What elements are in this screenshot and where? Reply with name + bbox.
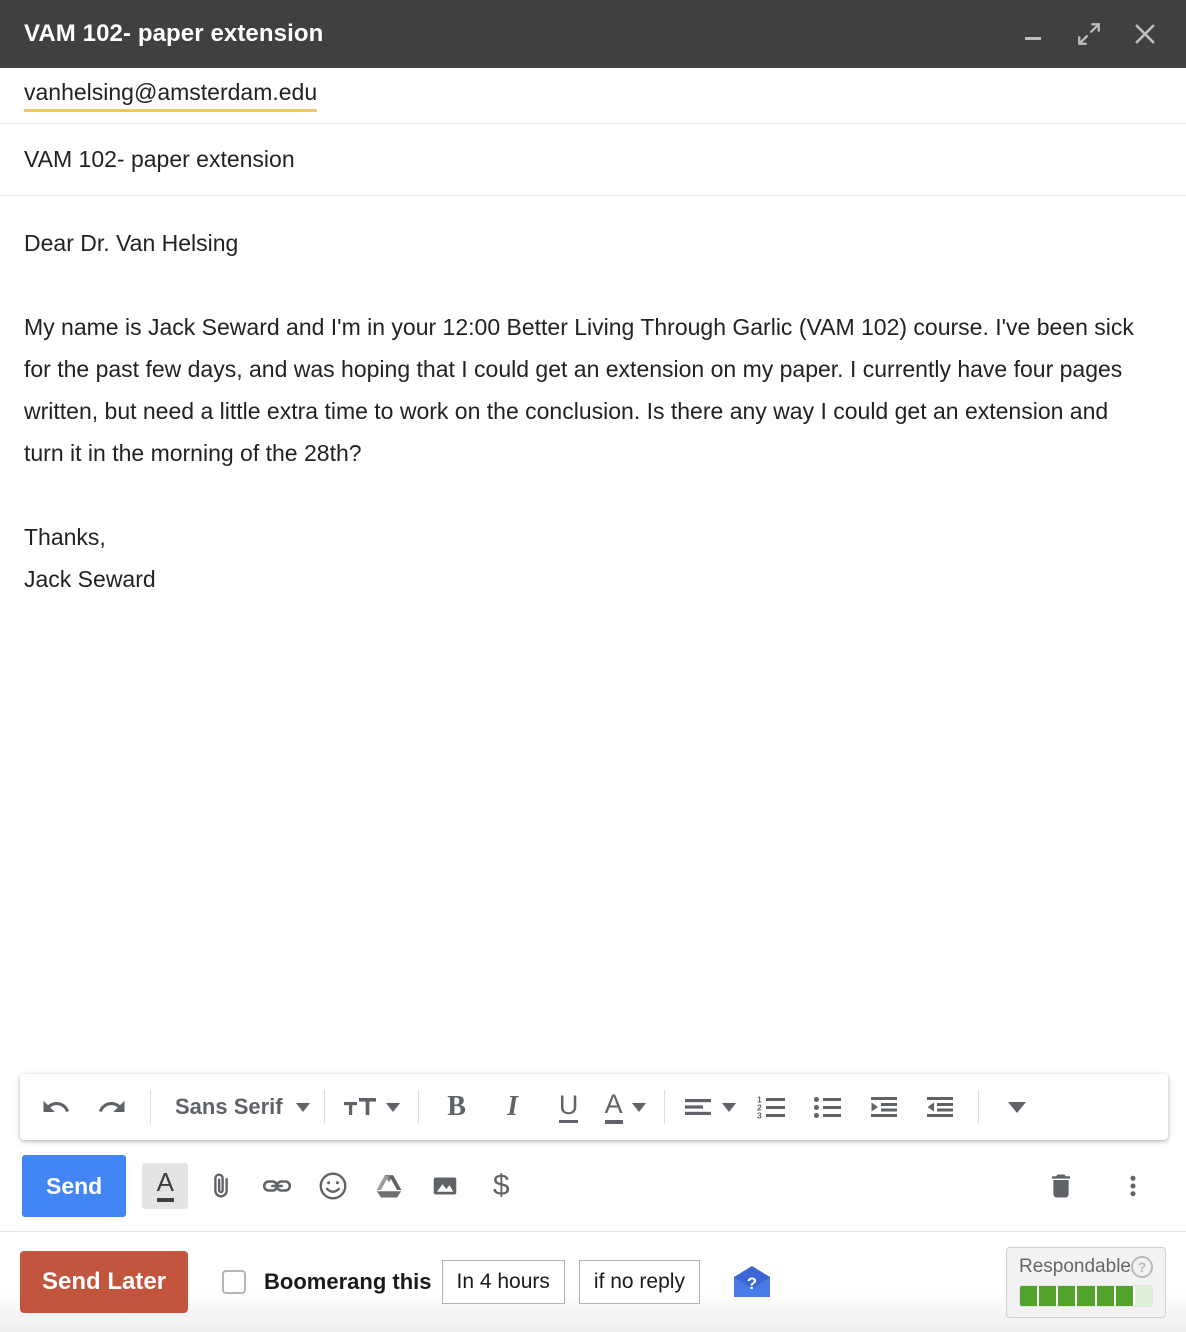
more-options-icon[interactable] <box>1110 1163 1156 1209</box>
message-body-text[interactable]: Dear Dr. Van Helsing My name is Jack Sew… <box>24 222 1154 600</box>
bulleted-list-icon[interactable] <box>800 1083 856 1131</box>
discard-draft-icon[interactable] <box>1038 1163 1084 1209</box>
compose-window: VAM 102- paper extension vanhelsing@amst… <box>0 0 1186 1332</box>
chevron-down-icon <box>721 1102 736 1112</box>
insert-money-icon[interactable]: $ <box>478 1163 524 1209</box>
subject-input[interactable]: VAM 102- paper extension <box>24 146 295 173</box>
align-icon[interactable] <box>675 1083 744 1131</box>
font-family-dropdown[interactable]: Sans Serif <box>161 1083 314 1131</box>
respondable-segment <box>1077 1285 1095 1306</box>
toolbar-separator <box>323 1090 325 1124</box>
boomerang-this-label: Boomerang this <box>264 1269 432 1294</box>
respondable-score-meter <box>1019 1284 1153 1307</box>
chevron-down-icon <box>631 1102 646 1112</box>
toolbar-separator <box>977 1090 979 1124</box>
italic-icon[interactable]: I <box>485 1083 541 1131</box>
boomerang-help-envelope-icon[interactable]: ? <box>730 1262 774 1302</box>
format-toolbar-wrap: Sans Serif B I U A 1 2 3 <box>0 1074 1186 1140</box>
svg-text:3: 3 <box>757 1111 762 1121</box>
to-field-row[interactable]: vanhelsing@amsterdam.edu <box>0 68 1186 124</box>
chevron-down-icon <box>295 1102 310 1112</box>
titlebar-actions <box>1018 19 1166 49</box>
chevron-down-icon <box>1007 1101 1026 1113</box>
toolbar-separator <box>417 1090 419 1124</box>
to-input[interactable]: vanhelsing@amsterdam.edu <box>24 79 318 113</box>
indent-less-icon[interactable] <box>856 1083 912 1131</box>
more-formatting-options-icon[interactable] <box>989 1083 1045 1131</box>
send-later-button[interactable]: Send Later <box>20 1251 189 1313</box>
message-body-area[interactable]: Dear Dr. Van Helsing My name is Jack Sew… <box>0 196 1186 1074</box>
svg-text:?: ? <box>747 1274 757 1293</box>
boomerang-bar: Send Later Boomerang this In 4 hours if … <box>0 1232 1186 1332</box>
text-color-icon[interactable]: A <box>597 1083 654 1131</box>
respondable-segment <box>1096 1285 1114 1306</box>
respondable-segment <box>1115 1285 1133 1306</box>
toolbar-separator <box>150 1090 151 1124</box>
respondable-segment <box>1134 1285 1152 1306</box>
respondable-segment <box>1020 1285 1038 1306</box>
help-icon[interactable]: ? <box>1131 1255 1153 1278</box>
respondable-segment <box>1058 1285 1076 1306</box>
send-row-icons: A $ <box>142 1162 524 1209</box>
boomerang-condition-select[interactable]: if no reply <box>578 1260 700 1304</box>
format-toolbar: Sans Serif B I U A 1 2 3 <box>20 1074 1168 1140</box>
compose-title: VAM 102- paper extension <box>24 20 324 47</box>
subject-field-row[interactable]: VAM 102- paper extension <box>0 124 1186 196</box>
insert-link-icon[interactable] <box>254 1163 300 1209</box>
font-size-dropdown[interactable] <box>335 1083 408 1131</box>
bold-icon[interactable]: B <box>429 1083 485 1131</box>
numbered-list-icon[interactable]: 1 2 3 <box>744 1083 800 1131</box>
redo-icon[interactable] <box>84 1083 140 1131</box>
toolbar-separator <box>663 1090 665 1124</box>
insert-emoji-icon[interactable] <box>310 1163 356 1209</box>
google-drive-icon[interactable] <box>366 1163 412 1209</box>
respondable-segment <box>1039 1285 1057 1306</box>
compose-titlebar: VAM 102- paper extension <box>0 0 1186 68</box>
minimize-icon[interactable] <box>1018 19 1048 49</box>
send-row-right <box>1038 1163 1162 1209</box>
boomerang-time-select[interactable]: In 4 hours <box>441 1260 565 1304</box>
respondable-label: Respondable <box>1019 1255 1131 1277</box>
insert-photo-icon[interactable] <box>422 1163 468 1209</box>
indent-more-icon[interactable] <box>912 1083 968 1131</box>
send-button[interactable]: Send <box>22 1154 127 1217</box>
expand-icon[interactable] <box>1074 19 1104 49</box>
undo-icon[interactable] <box>28 1083 84 1131</box>
respondable-header: Respondable ? <box>1019 1255 1153 1278</box>
close-icon[interactable] <box>1130 19 1160 49</box>
formatting-options-icon[interactable]: A <box>142 1162 189 1209</box>
font-family-label: Sans Serif <box>175 1094 283 1119</box>
chevron-down-icon <box>385 1102 400 1112</box>
send-row: Send A $ <box>0 1140 1186 1232</box>
respondable-widget[interactable]: Respondable ? <box>1006 1246 1166 1318</box>
underline-icon[interactable]: U <box>541 1083 597 1131</box>
boomerang-this-checkbox[interactable] <box>222 1270 247 1294</box>
attach-file-icon[interactable] <box>198 1163 244 1209</box>
